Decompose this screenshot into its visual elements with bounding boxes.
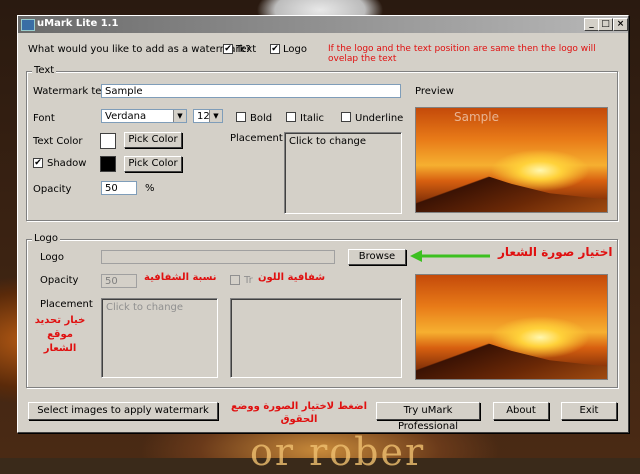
placement-label: Placement — [230, 133, 283, 144]
green-arrow-icon — [410, 250, 490, 262]
preview-label: Preview — [415, 86, 454, 97]
text-opacity-input[interactable]: 50 — [101, 181, 137, 195]
text-color-swatch[interactable] — [100, 133, 116, 149]
text-checkbox[interactable]: ✔ — [223, 44, 233, 54]
umark-window: uMark Lite 1.1 _ □ × What would you like… — [17, 15, 629, 433]
font-size-select[interactable]: 12 ▼ — [193, 109, 223, 123]
underline-checkbox[interactable] — [341, 112, 351, 122]
text-color-label: Text Color — [33, 136, 83, 147]
maximize-button[interactable]: □ — [598, 18, 613, 31]
transparent-checkbox[interactable] — [230, 275, 240, 285]
logo-placement-box[interactable]: Click to change — [101, 298, 218, 378]
font-select[interactable]: Verdana ▼ — [101, 109, 187, 123]
logo-path-input[interactable] — [101, 250, 335, 264]
close-button[interactable]: × — [613, 18, 628, 31]
shadow-color-swatch[interactable] — [100, 156, 116, 172]
select-images-button[interactable]: Select images to apply watermark — [28, 402, 218, 420]
bold-label: Bold — [250, 113, 273, 124]
preview-watermark-text: Sample — [454, 110, 499, 124]
font-size-value: 12 — [197, 111, 210, 122]
preview-landscape — [416, 322, 607, 379]
logo-opacity-label: Opacity — [40, 275, 79, 286]
text-placement-box[interactable]: Click to change — [284, 132, 402, 214]
logo-checkbox-label: Logo — [283, 44, 307, 55]
chevron-down-icon: ▼ — [173, 110, 186, 122]
title-bar[interactable]: uMark Lite 1.1 _ □ × — [18, 16, 628, 33]
logo-preview-image — [415, 274, 608, 380]
browse-button[interactable]: Browse — [348, 249, 406, 265]
italic-label: Italic — [300, 113, 325, 124]
shadow-label: Shadow — [47, 158, 87, 169]
text-opacity-label: Opacity — [33, 184, 72, 195]
shadow-checkbox[interactable]: ✔ — [33, 158, 43, 168]
text-preview-image: Sample — [415, 107, 608, 213]
window-title: uMark Lite 1.1 — [37, 18, 119, 29]
font-select-value: Verdana — [105, 111, 147, 122]
preview-landscape — [416, 155, 607, 212]
pick-shadow-color-button[interactable]: Pick Color — [124, 156, 182, 172]
text-checkbox-label: Text — [236, 44, 257, 55]
transparency-annotation: شفافية اللون — [258, 272, 326, 283]
watermark-text-label: Watermark text — [33, 86, 112, 97]
logo-label: Logo — [40, 252, 64, 263]
opacity-annotation: نسبة الشفافية — [144, 272, 217, 283]
logo-checkbox[interactable]: ✔ — [270, 44, 280, 54]
underline-label: Underline — [355, 113, 404, 124]
font-label: Font — [33, 113, 55, 124]
watermark-question: What would you like to add as a watermar… — [28, 44, 251, 55]
select-images-annotation: اضغط لاختيار الصورة ووضع الحقوق — [230, 401, 368, 425]
overlap-warning: If the logo and the text position are sa… — [328, 44, 596, 64]
transparent-label: Tr — [244, 275, 253, 286]
logo-opacity-input[interactable]: 50 — [101, 274, 137, 288]
logo-image-box — [230, 298, 402, 378]
opacity-percent-unit: % — [145, 183, 155, 194]
app-icon — [21, 19, 35, 31]
desktop-wallpaper-text: or rober — [250, 430, 426, 474]
minimize-button[interactable]: _ — [584, 18, 599, 31]
pick-text-color-button[interactable]: Pick Color — [124, 132, 182, 148]
italic-checkbox[interactable] — [286, 112, 296, 122]
placement-annotation: خيار تحديد موقع الشعار — [34, 315, 86, 354]
logo-placement-label: Placement — [40, 299, 93, 310]
about-button[interactable]: About — [493, 402, 549, 420]
logo-group-title: Logo — [32, 233, 60, 244]
click-to-change-text: Click to change — [289, 136, 367, 147]
watermark-text-input[interactable]: Sample — [101, 84, 401, 98]
bold-checkbox[interactable] — [236, 112, 246, 122]
logo-click-to-change-text: Click to change — [106, 302, 184, 313]
chevron-down-icon: ▼ — [209, 110, 222, 122]
try-professional-button[interactable]: Try uMark Professional — [376, 402, 480, 432]
browse-annotation: اختيار صورة الشعار — [498, 245, 613, 259]
exit-button[interactable]: Exit — [561, 402, 617, 420]
text-group-title: Text — [32, 65, 57, 76]
